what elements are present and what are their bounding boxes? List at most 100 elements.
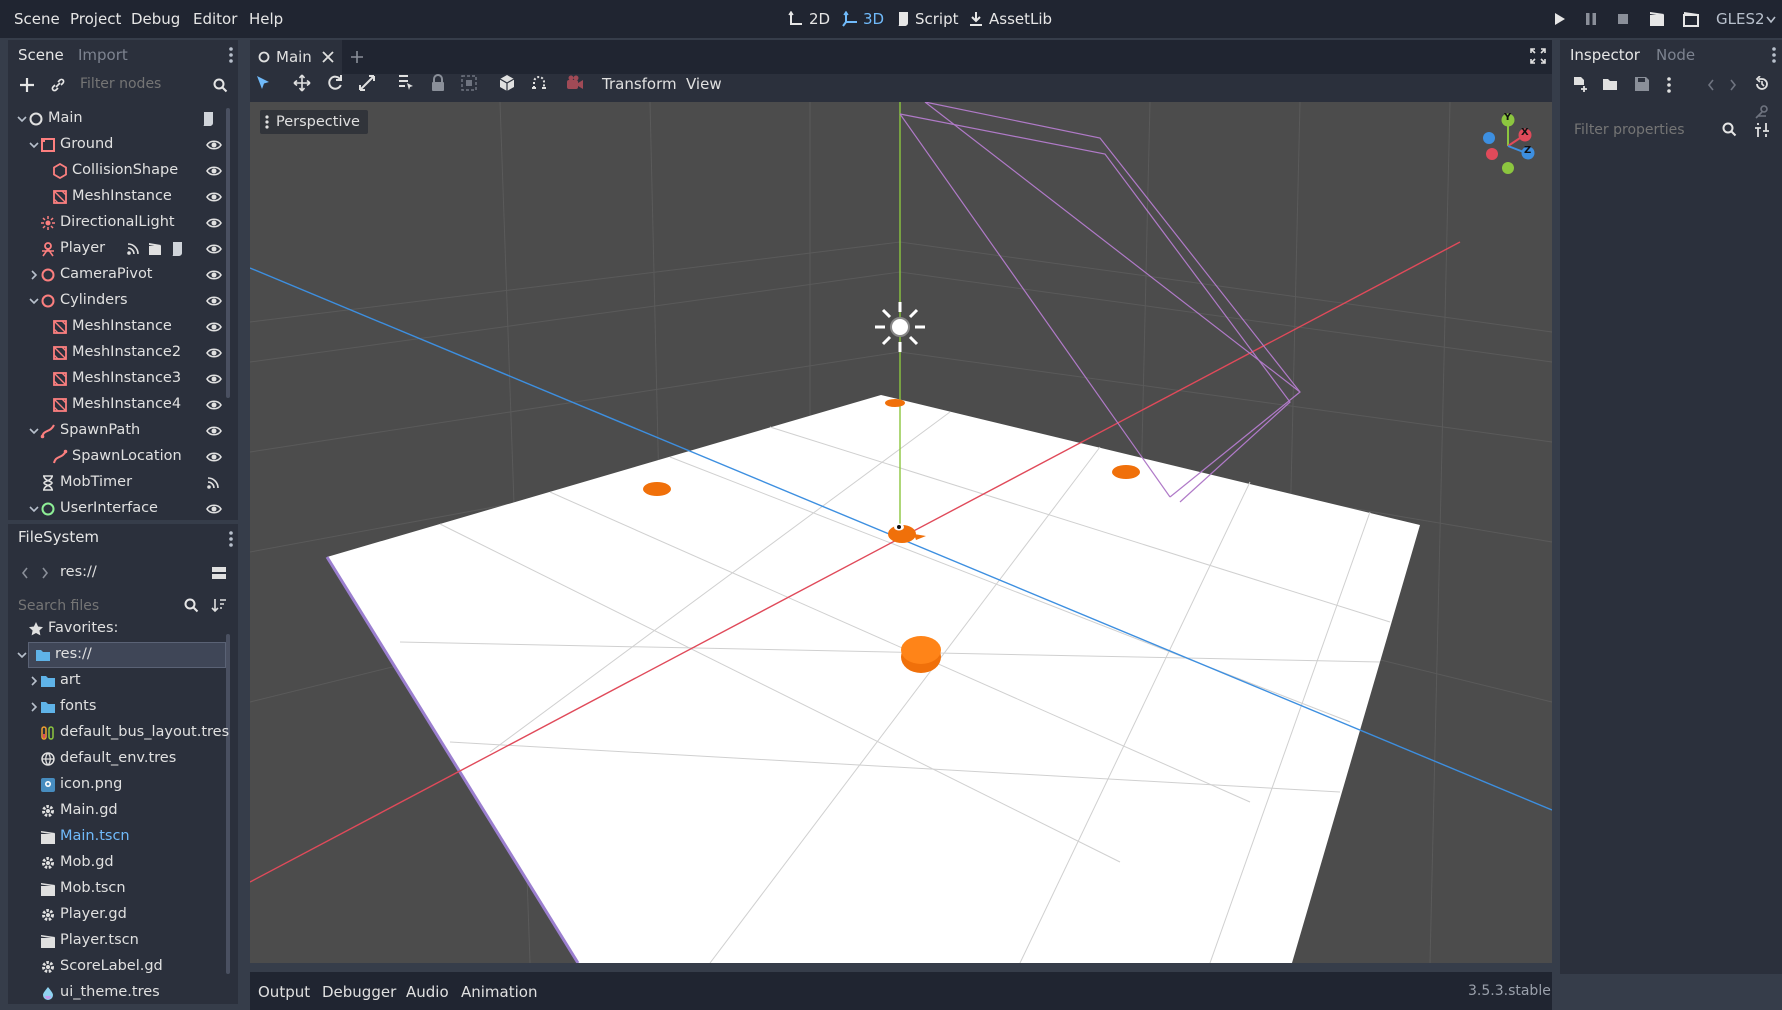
tools-icon[interactable] [1754, 122, 1770, 138]
play-custom-scene-icon[interactable] [1682, 10, 1700, 28]
menu-project[interactable]: Project [70, 10, 121, 28]
save-icon[interactable] [1634, 76, 1650, 92]
visibility-eye-icon[interactable] [206, 320, 222, 334]
move-tool-icon[interactable] [293, 74, 311, 92]
play-scene-icon[interactable] [1648, 10, 1666, 28]
tree-node-meshinstance4[interactable]: MeshInstance4 [8, 392, 234, 418]
kebab-menu-icon[interactable] [228, 530, 234, 548]
chevron-right-icon[interactable] [28, 674, 40, 688]
fs-item-icon-png[interactable]: icon.png [8, 772, 234, 798]
fs-item-default-env[interactable]: default_env.tres [8, 746, 234, 772]
fs-item-main-gd[interactable]: Main.gd [8, 798, 234, 824]
favorites-row[interactable]: Favorites: [8, 616, 234, 642]
split-view-icon[interactable] [211, 565, 227, 581]
fs-item-player-tscn[interactable]: Player.tscn [8, 928, 234, 954]
play-icon[interactable] [1550, 10, 1568, 28]
open-folder-icon[interactable] [1602, 76, 1618, 92]
3d-viewport[interactable]: Perspective Y X Z [250, 102, 1552, 963]
fs-item-player-gd[interactable]: Player.gd [8, 902, 234, 928]
workspace-2d-button[interactable]: 2D [788, 10, 830, 28]
tree-node-ground[interactable]: Ground [8, 132, 234, 158]
visibility-eye-icon[interactable] [206, 164, 222, 178]
fs-item-art[interactable]: art [8, 668, 234, 694]
forward-arrow-icon[interactable] [1728, 78, 1738, 92]
tree-node-spawnlocation[interactable]: SpawnLocation [8, 444, 234, 470]
tab-scene[interactable]: Scene [18, 46, 64, 64]
menu-scene[interactable]: Scene [14, 10, 60, 28]
fs-item-mob-tscn[interactable]: Mob.tscn [8, 876, 234, 902]
chevron-down-icon[interactable] [28, 424, 40, 438]
view-menu[interactable]: View [686, 75, 722, 93]
visibility-eye-icon[interactable] [206, 190, 222, 204]
forward-arrow-icon[interactable] [40, 566, 50, 580]
tab-debugger[interactable]: Debugger [322, 983, 396, 1001]
tab-import[interactable]: Import [78, 46, 128, 64]
tab-audio[interactable]: Audio [406, 983, 449, 1001]
visibility-eye-icon[interactable] [206, 138, 222, 152]
tab-inspector[interactable]: Inspector [1570, 46, 1640, 64]
select-tool-icon[interactable] [254, 74, 272, 92]
search-files-input[interactable] [16, 594, 180, 618]
tree-node-meshinstance3[interactable]: MeshInstance3 [8, 366, 234, 392]
scene-tab-main[interactable]: Main [250, 40, 342, 74]
visibility-eye-icon[interactable] [206, 450, 222, 464]
visibility-eye-icon[interactable] [206, 268, 222, 282]
renderer-select[interactable]: GLES2 [1716, 10, 1765, 28]
list-select-icon[interactable] [397, 74, 415, 92]
chevron-down-icon[interactable] [28, 138, 40, 152]
fs-item-scorelabel-gd[interactable]: ScoreLabel.gd [8, 954, 234, 980]
visibility-eye-icon[interactable] [206, 216, 222, 230]
rotate-tool-icon[interactable] [326, 74, 344, 92]
fs-item-fonts[interactable]: fonts [8, 694, 234, 720]
fs-item-default-bus-layout[interactable]: default_bus_layout.tres [8, 720, 234, 746]
perspective-menu[interactable]: Perspective [260, 110, 368, 134]
chevron-down-icon[interactable] [28, 294, 40, 308]
lock-icon[interactable] [429, 74, 447, 92]
camera-preview-icon[interactable] [566, 74, 584, 92]
transform-menu[interactable]: Transform [602, 75, 677, 93]
group-icon[interactable] [460, 74, 478, 92]
chevron-right-icon[interactable] [28, 700, 40, 714]
add-tab-icon[interactable] [350, 50, 364, 64]
tree-node-cylinders[interactable]: Cylinders [8, 288, 234, 314]
orientation-gizmo[interactable]: Y X Z [1472, 108, 1544, 180]
tree-node-meshinstance-a[interactable]: MeshInstance [8, 314, 234, 340]
tab-animation[interactable]: Animation [461, 983, 537, 1001]
filter-nodes-input[interactable] [78, 72, 202, 96]
chevron-right-icon[interactable] [28, 268, 40, 282]
visibility-eye-icon[interactable] [206, 398, 222, 412]
tree-node-player[interactable]: Player [8, 236, 234, 262]
object-properties-icon[interactable] [1754, 104, 1770, 120]
kebab-menu-icon[interactable] [1666, 76, 1672, 94]
tab-output[interactable]: Output [258, 983, 310, 1001]
visibility-eye-icon[interactable] [206, 372, 222, 386]
signal-icon[interactable] [126, 242, 140, 256]
menu-help[interactable]: Help [249, 10, 283, 28]
workspace-script-button[interactable]: Script [896, 10, 959, 28]
menu-debug[interactable]: Debug [131, 10, 180, 28]
local-space-icon[interactable] [498, 74, 516, 92]
fs-item-main-tscn[interactable]: Main.tscn [8, 824, 234, 850]
chevron-down-icon[interactable] [16, 112, 28, 126]
script-icon[interactable] [170, 241, 184, 257]
scale-tool-icon[interactable] [358, 74, 376, 92]
visibility-eye-icon[interactable] [206, 242, 222, 256]
chevron-down-icon[interactable] [16, 648, 28, 662]
new-resource-icon[interactable] [1572, 76, 1588, 92]
tree-node-main[interactable]: Main [8, 106, 234, 132]
tab-node[interactable]: Node [1656, 46, 1695, 64]
workspace-assetlib-button[interactable]: AssetLib [968, 10, 1052, 28]
tree-node-spawnpath[interactable]: SpawnPath [8, 418, 234, 444]
signal-icon[interactable] [206, 476, 220, 490]
visibility-eye-icon[interactable] [206, 502, 222, 516]
kebab-menu-icon[interactable] [228, 46, 234, 64]
tree-node-camerapivot[interactable]: CameraPivot [8, 262, 234, 288]
back-arrow-icon[interactable] [20, 566, 30, 580]
link-icon[interactable] [50, 77, 66, 93]
snap-icon[interactable] [530, 74, 548, 92]
history-icon[interactable] [1754, 76, 1770, 92]
sort-icon[interactable] [211, 597, 227, 613]
menu-editor[interactable]: Editor [193, 10, 237, 28]
visibility-eye-icon[interactable] [206, 346, 222, 360]
tree-node-meshinstance2[interactable]: MeshInstance2 [8, 340, 234, 366]
